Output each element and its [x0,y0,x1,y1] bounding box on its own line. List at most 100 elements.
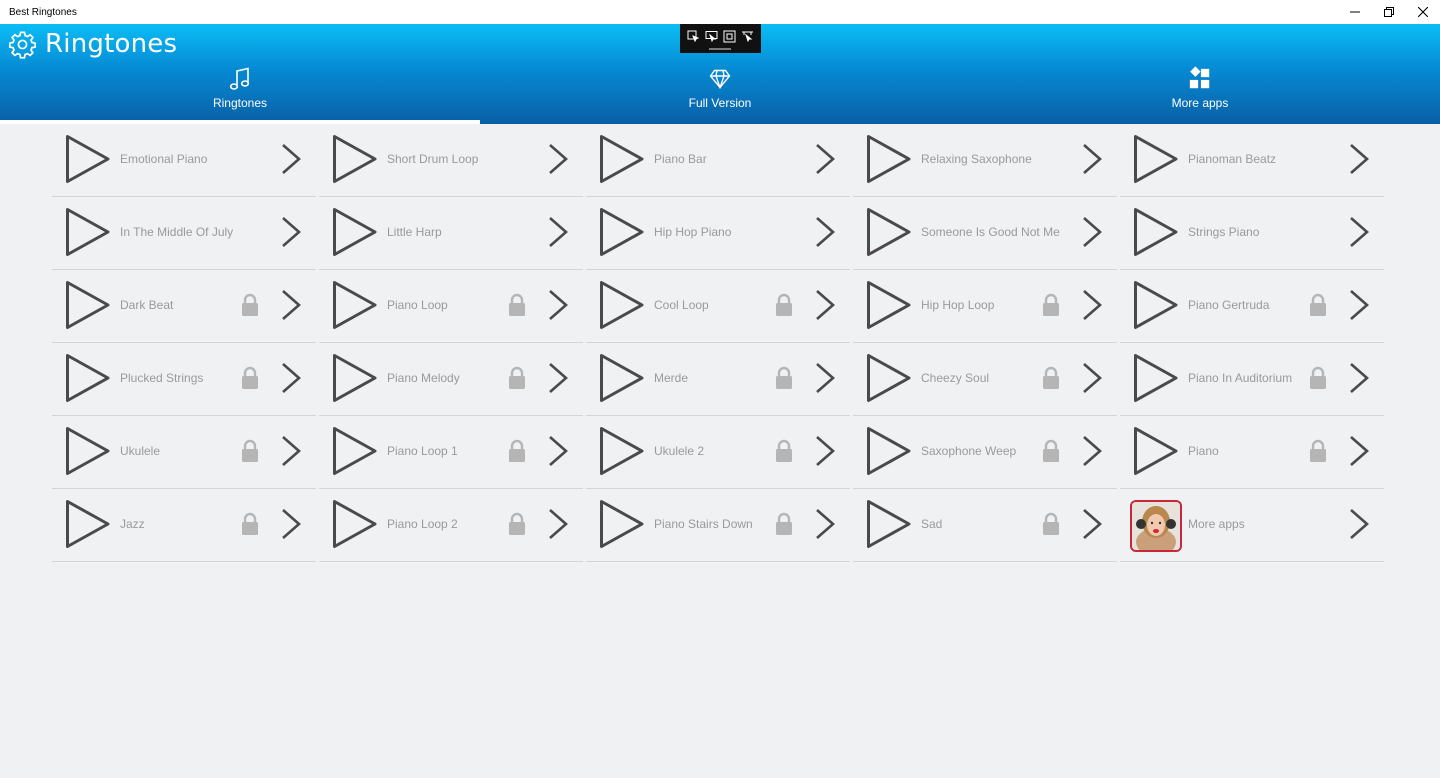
chevron-right-icon[interactable] [1348,507,1370,541]
close-button[interactable] [1406,0,1440,24]
tab-more-apps[interactable]: More apps [960,64,1440,124]
chevron-right-icon[interactable] [547,142,569,176]
chevron-right-icon[interactable] [814,361,836,395]
chevron-right-icon[interactable] [1348,361,1370,395]
debug-display-button[interactable] [705,29,719,43]
play-icon[interactable] [65,280,111,330]
play-icon[interactable] [599,426,645,476]
ringtone-tile[interactable]: Piano [1120,416,1384,489]
tab-ringtones[interactable]: Ringtones [0,64,480,124]
ringtone-tile[interactable]: Short Drum Loop [319,124,583,197]
ringtone-tile[interactable]: Piano Bar [586,124,850,197]
ringtone-tile[interactable]: Hip Hop Loop [853,270,1117,343]
play-icon[interactable] [332,134,378,184]
ringtone-tile[interactable]: Plucked Strings [52,343,316,416]
play-icon[interactable] [599,207,645,257]
chevron-right-icon[interactable] [1081,288,1103,322]
play-icon[interactable] [866,353,912,403]
chevron-right-icon[interactable] [814,434,836,468]
play-icon[interactable] [866,134,912,184]
chevron-right-icon[interactable] [547,434,569,468]
ringtone-tile[interactable]: Dark Beat [52,270,316,343]
chevron-right-icon[interactable] [280,142,302,176]
chevron-right-icon[interactable] [280,288,302,322]
play-icon[interactable] [866,280,912,330]
chevron-right-icon[interactable] [1348,434,1370,468]
chevron-right-icon[interactable] [1081,361,1103,395]
chevron-right-icon[interactable] [1081,215,1103,249]
ringtone-tile[interactable]: Jazz [52,489,316,562]
ringtone-tile[interactable]: Piano Melody [319,343,583,416]
ringtone-tile[interactable]: Hip Hop Piano [586,197,850,270]
ringtone-tile[interactable]: Ukulele [52,416,316,489]
play-icon[interactable] [866,207,912,257]
play-icon[interactable] [332,207,378,257]
chevron-right-icon[interactable] [1348,215,1370,249]
ringtone-tile[interactable]: Cool Loop [586,270,850,343]
ringtone-tile[interactable]: Merde [586,343,850,416]
ringtone-tile[interactable]: Someone Is Good Not Me [853,197,1117,270]
play-icon[interactable] [599,499,645,549]
ringtone-tile[interactable]: Piano Stairs Down [586,489,850,562]
play-icon[interactable] [1133,426,1179,476]
chevron-right-icon[interactable] [280,434,302,468]
chevron-right-icon[interactable] [814,215,836,249]
chevron-right-icon[interactable] [1348,288,1370,322]
play-icon[interactable] [65,353,111,403]
ringtone-tile[interactable]: Strings Piano [1120,197,1384,270]
ringtone-tile[interactable]: Relaxing Saxophone [853,124,1117,197]
debug-frame-button[interactable] [723,29,737,43]
chevron-right-icon[interactable] [280,361,302,395]
ringtone-tile[interactable]: Sad [853,489,1117,562]
chevron-right-icon[interactable] [280,215,302,249]
play-icon[interactable] [1133,353,1179,403]
ringtone-tile[interactable]: Saxophone Weep [853,416,1117,489]
play-icon[interactable] [65,207,111,257]
ringtone-tile[interactable]: Piano Loop [319,270,583,343]
debug-select-button[interactable] [687,29,701,43]
ringtone-tile[interactable]: Piano Gertruda [1120,270,1384,343]
app-thumbnail-icon[interactable] [1130,500,1182,552]
ringtone-tile[interactable]: Piano In Auditorium [1120,343,1384,416]
play-icon[interactable] [332,499,378,549]
chevron-right-icon[interactable] [814,507,836,541]
ringtone-tile[interactable]: Piano Loop 1 [319,416,583,489]
minimize-button[interactable] [1338,0,1372,24]
ringtone-tile[interactable]: Ukulele 2 [586,416,850,489]
ringtone-tile[interactable]: Emotional Piano [52,124,316,197]
toolbar-drag-handle[interactable] [709,48,731,50]
ringtone-tile[interactable]: Pianoman Beatz [1120,124,1384,197]
play-icon[interactable] [65,426,111,476]
chevron-right-icon[interactable] [547,361,569,395]
chevron-right-icon[interactable] [547,288,569,322]
gear-icon[interactable] [8,30,37,59]
play-icon[interactable] [599,134,645,184]
debug-track-button[interactable] [741,29,755,43]
play-icon[interactable] [599,353,645,403]
play-icon[interactable] [65,499,111,549]
ringtone-tile[interactable]: Piano Loop 2 [319,489,583,562]
ringtone-tile[interactable]: In The Middle Of July [52,197,316,270]
chevron-right-icon[interactable] [1081,142,1103,176]
tab-full-version[interactable]: Full Version [480,64,960,124]
restore-button[interactable] [1372,0,1406,24]
play-icon[interactable] [1133,207,1179,257]
chevron-right-icon[interactable] [1081,507,1103,541]
ringtone-tile[interactable]: Cheezy Soul [853,343,1117,416]
more-apps-tile[interactable]: More apps [1120,489,1384,562]
play-icon[interactable] [1133,134,1179,184]
chevron-right-icon[interactable] [1348,142,1370,176]
play-icon[interactable] [1133,280,1179,330]
chevron-right-icon[interactable] [280,507,302,541]
play-icon[interactable] [332,426,378,476]
chevron-right-icon[interactable] [814,288,836,322]
play-icon[interactable] [866,499,912,549]
play-icon[interactable] [65,134,111,184]
play-icon[interactable] [866,426,912,476]
ringtone-tile[interactable]: Little Harp [319,197,583,270]
chevron-right-icon[interactable] [1081,434,1103,468]
play-icon[interactable] [599,280,645,330]
chevron-right-icon[interactable] [814,142,836,176]
chevron-right-icon[interactable] [547,215,569,249]
play-icon[interactable] [332,353,378,403]
